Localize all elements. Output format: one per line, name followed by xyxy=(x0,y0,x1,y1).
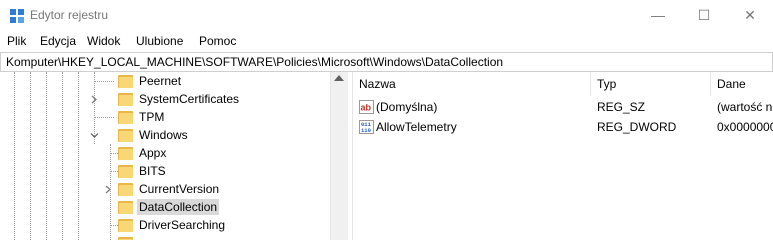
tree-item-datacollection[interactable]: DataCollection xyxy=(118,198,220,216)
folder-icon xyxy=(118,218,133,233)
folder-icon xyxy=(118,200,133,215)
tree-item-appx[interactable]: Appx xyxy=(118,144,168,162)
tree-item-label: TPM xyxy=(139,110,165,124)
folder-open-icon xyxy=(118,128,133,143)
scroll-up-arrow-icon[interactable] xyxy=(334,75,344,81)
tree-line xyxy=(110,225,118,226)
value-data: 0x0000000 xyxy=(717,120,773,134)
folder-icon xyxy=(118,236,133,240)
close-button[interactable]: ✕ xyxy=(727,0,773,30)
tree-item-currentversion[interactable]: CurrentVersion xyxy=(118,180,221,198)
value-name: (Domyślna) xyxy=(376,100,438,114)
tree-line xyxy=(110,171,118,172)
column-label: Typ xyxy=(597,77,617,91)
tree-item-windows[interactable]: Windows xyxy=(118,126,190,144)
value-type: REG_SZ xyxy=(597,100,646,114)
minimize-icon: — xyxy=(651,7,665,23)
tree-item-peernet[interactable]: Peernet xyxy=(118,72,183,90)
minimize-button[interactable]: — xyxy=(635,0,681,30)
column-label: Dane xyxy=(717,77,746,91)
dword-value-icon: 011 110 xyxy=(359,120,374,134)
close-icon: ✕ xyxy=(744,6,756,23)
string-value-icon: ab xyxy=(359,100,374,114)
address-bar[interactable]: Komputer\HKEY_LOCAL_MACHINE\SOFTWARE\Pol… xyxy=(0,52,773,72)
chevron-right-icon[interactable] xyxy=(89,90,99,108)
values-list: Nazwa Typ Dane ab (Domyślna) REG_SZ (war… xyxy=(352,72,773,240)
tree-item-label: BITS xyxy=(139,164,166,178)
tree-line xyxy=(62,72,63,240)
value-data: (wartość n xyxy=(717,100,773,114)
registry-editor-icon xyxy=(10,9,24,23)
column-header-data[interactable]: Dane xyxy=(711,72,773,96)
menu-ulubione[interactable]: Ulubione xyxy=(136,34,183,48)
tree-line xyxy=(94,81,114,82)
column-header-name[interactable]: Nazwa xyxy=(353,72,591,96)
tree-item-label: Peernet xyxy=(139,74,182,88)
tree-line xyxy=(30,72,31,240)
column-header-type[interactable]: Typ xyxy=(591,72,711,96)
menu-edycja[interactable]: Edycja xyxy=(40,34,76,48)
svg-text:ab: ab xyxy=(361,103,372,113)
tree-item-label: CurrentVersion xyxy=(139,182,220,196)
folder-icon xyxy=(118,110,133,125)
chevron-right-icon[interactable] xyxy=(103,180,113,198)
tree-item-label: Appx xyxy=(139,146,167,160)
folder-icon xyxy=(118,146,133,161)
tree-line xyxy=(46,72,47,240)
tree-item-bits[interactable]: BITS xyxy=(118,162,168,180)
tree-item-label: SystemCertificates xyxy=(139,92,240,106)
menu-plik[interactable]: Plik xyxy=(7,34,26,48)
folder-icon xyxy=(118,182,133,197)
value-row[interactable]: 011 110 AllowTelemetry REG_DWORD 0x00000… xyxy=(353,117,773,137)
folder-icon xyxy=(118,164,133,179)
tree-scrollbar[interactable] xyxy=(330,72,348,240)
value-name: AllowTelemetry xyxy=(376,120,457,134)
value-row[interactable]: ab (Domyślna) REG_SZ (wartość n xyxy=(353,97,773,117)
key-tree: Peernet SystemCertificates TPM Windows A… xyxy=(0,72,330,240)
maximize-icon: ☐ xyxy=(697,6,711,23)
tree-item-tpm[interactable]: TPM xyxy=(118,108,166,126)
tree-line xyxy=(94,117,114,118)
maximize-button[interactable]: ☐ xyxy=(681,0,727,30)
menu-widok[interactable]: Widok xyxy=(87,34,120,48)
tree-item-systemcertificates[interactable]: SystemCertificates xyxy=(118,90,241,108)
tree-line xyxy=(78,72,79,240)
title-bar: Edytor rejestru — ☐ ✕ xyxy=(0,0,773,30)
tree-item-label: DriverSearching xyxy=(139,218,226,232)
window-title: Edytor rejestru xyxy=(30,8,109,22)
tree-item-driversearching[interactable]: DriverSearching xyxy=(118,216,227,234)
menu-pomoc[interactable]: Pomoc xyxy=(199,34,236,48)
value-type: REG_DWORD xyxy=(597,120,677,134)
tree-line xyxy=(14,72,15,240)
tree-line xyxy=(110,153,118,154)
folder-icon xyxy=(118,92,133,107)
chevron-down-icon[interactable] xyxy=(89,126,99,144)
column-label: Nazwa xyxy=(359,77,396,91)
menu-bar: Plik Edycja Widok Ulubione Pomoc xyxy=(0,30,773,52)
tree-item-label: Windows xyxy=(139,128,188,142)
folder-icon xyxy=(118,74,133,89)
tree-item-label: DataCollection xyxy=(137,199,220,215)
svg-text:110: 110 xyxy=(361,127,371,134)
tree-item-partial[interactable] xyxy=(118,234,137,240)
address-path: Komputer\HKEY_LOCAL_MACHINE\SOFTWARE\Pol… xyxy=(6,55,504,69)
